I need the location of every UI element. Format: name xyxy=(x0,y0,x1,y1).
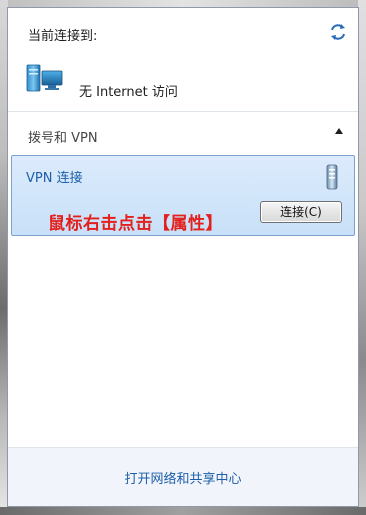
vpn-connection-item[interactable]: VPN 连接 鼠标右击点击【属性】 连接(C) xyxy=(11,155,355,236)
dialup-vpn-label: 拨号和 VPN xyxy=(28,131,98,146)
current-connection-label: 当前连接到: xyxy=(28,29,98,44)
footer-bar: 打开网络和共享中心 xyxy=(8,447,358,506)
network-flyout-panel: 当前连接到: 无 Internet 访问 拨号和 VPN VPN 连接 鼠标右击… xyxy=(7,7,359,507)
refresh-icon[interactable] xyxy=(328,22,348,42)
open-network-sharing-center-link[interactable]: 打开网络和共享中心 xyxy=(8,468,358,487)
vpn-connection-icon xyxy=(324,164,340,190)
chevron-up-icon[interactable] xyxy=(332,125,346,139)
instruction-annotation: 鼠标右击点击【属性】 xyxy=(48,214,223,234)
network-status-text: 无 Internet 访问 xyxy=(79,85,178,100)
dialup-vpn-section-header[interactable]: 拨号和 VPN xyxy=(8,111,358,157)
network-computer-icon xyxy=(26,63,66,93)
current-connection-section: 当前连接到: 无 Internet 访问 xyxy=(8,8,358,112)
connect-button[interactable]: 连接(C) xyxy=(260,201,342,223)
window-edge-bottom xyxy=(0,507,366,515)
vpn-connection-name: VPN 连接 xyxy=(26,171,83,186)
window-edge-right xyxy=(358,0,366,515)
window-edge-top xyxy=(0,0,366,7)
